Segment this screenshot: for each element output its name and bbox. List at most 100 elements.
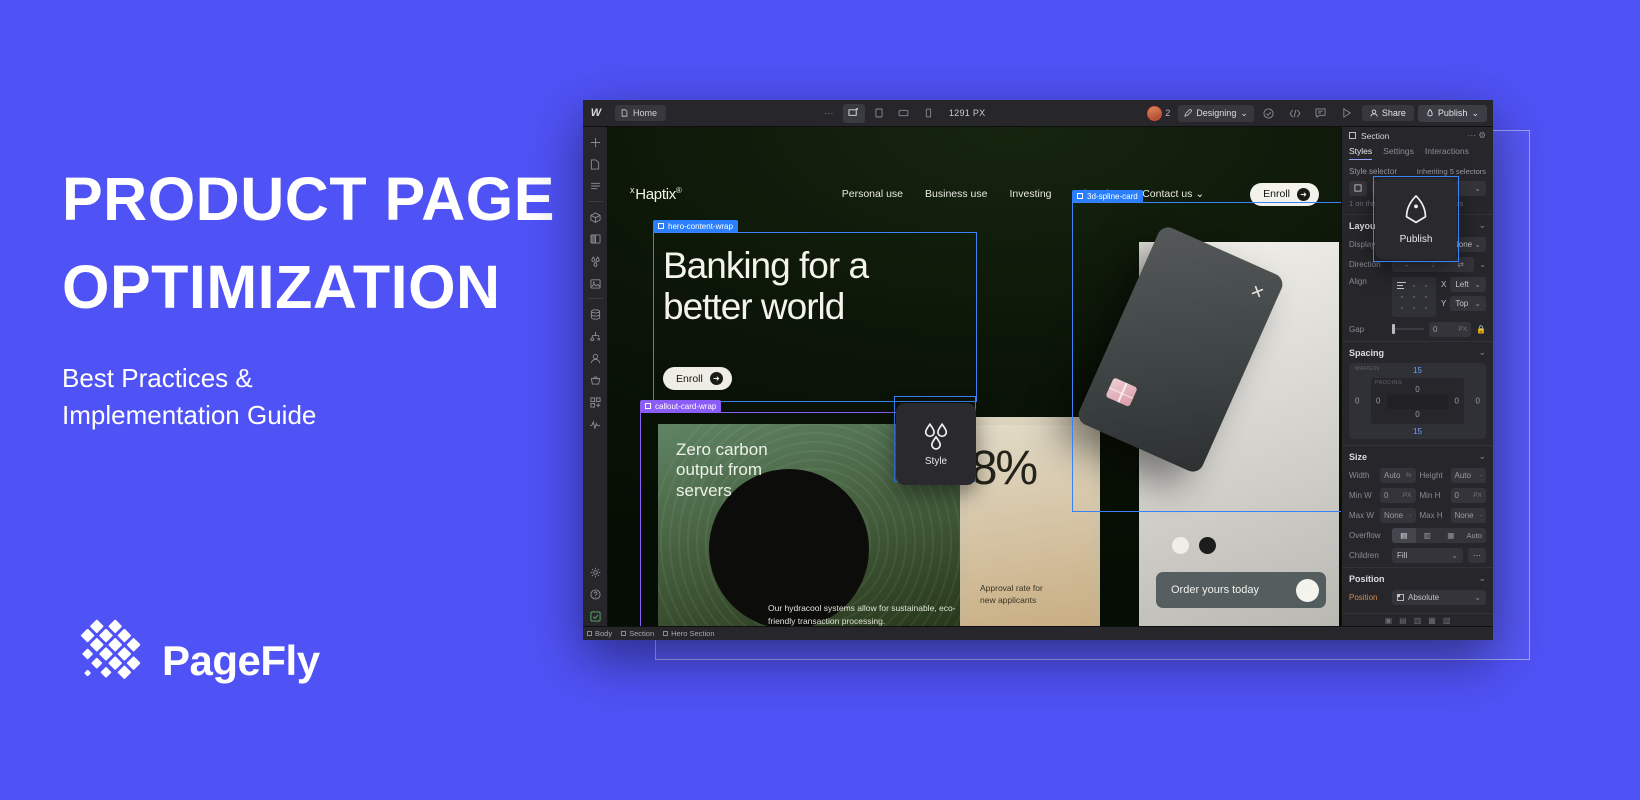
logic-icon[interactable] [585, 326, 606, 346]
chevron-down-icon[interactable]: ⌄ [1479, 260, 1486, 269]
align-y-dropdown[interactable]: Top ⌄ [1450, 295, 1486, 311]
nav-link-investing[interactable]: Investing [1009, 188, 1051, 200]
tab-styles[interactable]: Styles [1349, 146, 1373, 160]
apps-icon[interactable] [585, 392, 606, 412]
users-icon[interactable] [585, 348, 606, 368]
breadcrumb-item-body[interactable]: Body [587, 629, 612, 638]
style-droplets-icon[interactable] [585, 251, 606, 271]
spacing-editor[interactable]: MARGIN PADDING 15 15 0 0 0 0 0 0 [1349, 363, 1486, 439]
webflow-logo-icon[interactable]: W [583, 100, 609, 127]
padding-right-value[interactable]: 0 [1455, 397, 1459, 406]
panel-header-actions[interactable]: ··· ⚙ [1468, 130, 1486, 141]
navigator-icon[interactable] [585, 176, 606, 196]
breadcrumb-item-section[interactable]: Section [621, 629, 654, 638]
overflow-hidden-icon[interactable]: ▥ [1416, 528, 1440, 543]
style-tooltip[interactable]: Style [896, 403, 976, 485]
audit-icon[interactable] [585, 414, 606, 434]
color-swatches[interactable] [1172, 537, 1216, 554]
swatch-dark[interactable] [1199, 537, 1216, 554]
align-grid-picker[interactable] [1392, 276, 1436, 317]
ecommerce-icon[interactable] [585, 370, 606, 390]
tag-3d-spline-card[interactable]: 3d-spline-card [1072, 190, 1143, 202]
collaborators[interactable]: 2 [1147, 105, 1170, 121]
design-canvas[interactable]: xHaptix® Personal use Business use Inves… [608, 127, 1341, 626]
tab-settings[interactable]: Settings [1383, 146, 1414, 160]
children-more-button[interactable]: ··· [1468, 547, 1486, 563]
check-circle-icon[interactable] [1258, 104, 1280, 123]
max-width-field[interactable]: None - [1380, 507, 1416, 523]
comments-icon[interactable] [1310, 104, 1332, 123]
align-x-dropdown[interactable]: Left ⌄ [1450, 276, 1486, 292]
panel-tool-5-icon[interactable]: ▧ [1443, 616, 1451, 625]
width-field[interactable]: Auto% [1380, 467, 1416, 483]
chevron-down-icon[interactable]: ⌄ [1478, 573, 1486, 584]
margin-right-value[interactable]: 0 [1476, 397, 1480, 406]
cms-icon[interactable] [585, 304, 606, 324]
pages-icon[interactable] [585, 154, 606, 174]
viewport-mobile-icon[interactable] [918, 104, 940, 123]
chevron-down-icon[interactable]: ⌄ [1478, 220, 1486, 231]
size-section-header[interactable]: Size ⌄ [1342, 445, 1493, 465]
hero-enroll-button[interactable]: Enroll ➜ [663, 367, 732, 390]
3d-spline-card-selection[interactable] [1072, 202, 1341, 512]
margin-bottom-value[interactable]: 15 [1413, 427, 1422, 436]
breadcrumb-item-hero-section[interactable]: Hero Section [663, 629, 715, 638]
tab-interactions[interactable]: Interactions [1425, 146, 1469, 160]
overflow-auto-option[interactable]: Auto [1463, 528, 1487, 543]
spacing-section-header[interactable]: Spacing ⌄ [1342, 341, 1493, 361]
assets-icon[interactable] [585, 229, 606, 249]
nav-link-personal[interactable]: Personal use [842, 188, 903, 200]
padding-left-value[interactable]: 0 [1376, 397, 1380, 406]
panel-tool-3-icon[interactable]: ▥ [1414, 616, 1422, 625]
gap-field[interactable]: 0 PX [1429, 321, 1472, 337]
padding-bottom-value[interactable]: 0 [1415, 410, 1419, 419]
max-height-field[interactable]: None - [1450, 507, 1486, 523]
page-chip[interactable]: Home [615, 105, 667, 121]
position-section-header[interactable]: Position ⌄ [1342, 567, 1493, 587]
min-width-field[interactable]: 0 PX [1380, 487, 1416, 503]
help-icon[interactable] [585, 584, 606, 604]
gap-slider[interactable] [1392, 322, 1425, 337]
max-width-label: Max W [1349, 510, 1374, 520]
position-dropdown[interactable]: Absolute ⌄ [1392, 589, 1486, 605]
viewport-mobile-landscape-icon[interactable] [893, 104, 915, 123]
margin-left-value[interactable]: 0 [1355, 397, 1359, 406]
viewport-tablet-icon[interactable] [868, 104, 890, 123]
children-dropdown[interactable]: Fill ⌄ [1392, 547, 1463, 563]
mode-selector[interactable]: Designing ⌄ [1178, 104, 1254, 122]
padding-top-value[interactable]: 0 [1415, 385, 1419, 394]
panel-tool-1-icon[interactable]: ▣ [1385, 616, 1393, 625]
components-icon[interactable] [585, 207, 606, 227]
more-options-icon[interactable]: ··· [818, 104, 840, 123]
chevron-down-icon[interactable]: ⌄ [1478, 347, 1486, 358]
selected-element-label: Section [1361, 130, 1390, 141]
overflow-segment[interactable]: ▤ ▥ ▦ Auto [1392, 527, 1487, 543]
overflow-visible-icon[interactable]: ▤ [1392, 527, 1416, 543]
overflow-scroll-icon[interactable]: ▦ [1439, 528, 1463, 543]
selector-icon-button[interactable] [1349, 180, 1367, 196]
preview-play-icon[interactable] [1336, 104, 1358, 123]
chevron-down-icon[interactable]: ⌄ [1478, 451, 1486, 462]
panel-bottom-toolbar[interactable]: ▣ ▤ ▥ ▦ ▧ [1342, 613, 1493, 626]
margin-top-value[interactable]: 15 [1413, 366, 1422, 375]
swatch-light[interactable] [1172, 537, 1189, 554]
tag-hero-content-wrap[interactable]: hero-content-wrap [653, 220, 738, 232]
min-height-field[interactable]: 0 PX [1450, 487, 1486, 503]
height-field[interactable]: Auto - [1450, 467, 1486, 483]
nav-link-business[interactable]: Business use [925, 188, 987, 200]
settings-gear-icon[interactable] [585, 562, 606, 582]
publish-button[interactable]: Publish ⌄ [1417, 104, 1487, 122]
hero-heading-line-2: better world [663, 286, 845, 328]
order-button[interactable]: Order yours today → [1156, 572, 1326, 608]
image-icon[interactable] [585, 273, 606, 293]
code-icon[interactable] [1284, 104, 1306, 123]
share-button[interactable]: Share [1361, 105, 1414, 121]
tag-callout-card-wrap[interactable]: callout-card-wrap [640, 400, 722, 412]
lock-icon[interactable]: 🔒 [1476, 325, 1486, 334]
viewport-desktop-icon[interactable] [842, 103, 865, 123]
add-icon[interactable] [585, 132, 606, 152]
panel-tool-2-icon[interactable]: ▤ [1399, 616, 1407, 625]
nav-link-contact[interactable]: Contact us ⌄ [1142, 188, 1204, 200]
panel-tool-4-icon[interactable]: ▦ [1428, 616, 1436, 625]
checklist-icon[interactable] [585, 606, 606, 626]
